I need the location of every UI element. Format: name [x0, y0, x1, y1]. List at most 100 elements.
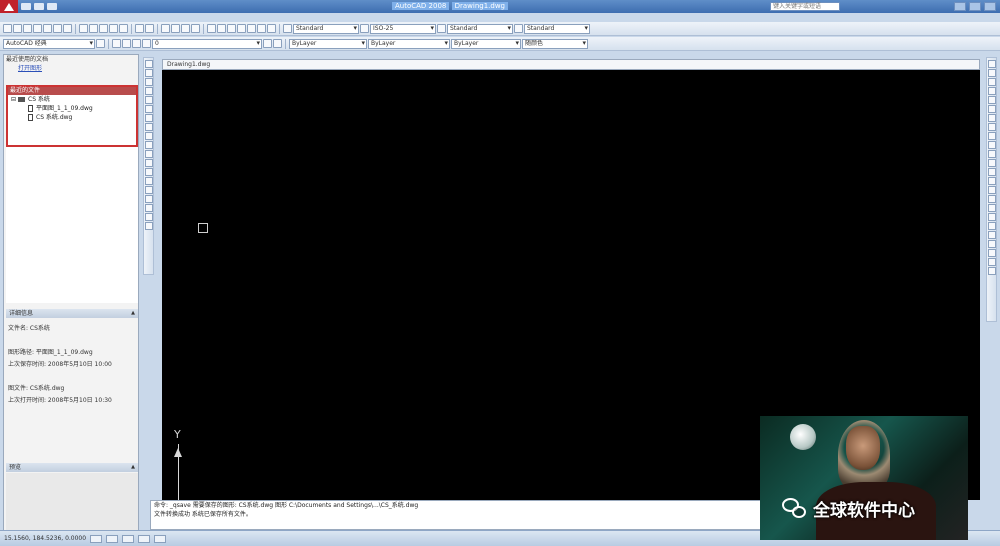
osnap-icon[interactable]	[987, 240, 996, 248]
insert-block-icon[interactable]	[144, 159, 153, 167]
fillet-icon[interactable]	[987, 186, 996, 194]
chamfer-icon[interactable]	[987, 177, 996, 185]
snap-icon[interactable]	[987, 204, 996, 212]
scale-icon[interactable]	[987, 123, 996, 131]
polygon-icon[interactable]	[144, 87, 153, 95]
design-center-icon[interactable]	[217, 24, 226, 33]
break-icon[interactable]	[987, 159, 996, 167]
join-icon[interactable]	[987, 168, 996, 176]
open-drawing-link[interactable]: 打开图形	[4, 64, 138, 74]
open-icon[interactable]	[13, 24, 22, 33]
move-icon[interactable]	[987, 105, 996, 113]
text-style-select[interactable]: Standard	[293, 23, 359, 34]
linetype-select[interactable]: ByLayer	[368, 38, 450, 49]
polyline-icon[interactable]	[144, 78, 153, 86]
application-menu-button[interactable]	[0, 0, 18, 13]
lock-icon[interactable]	[142, 39, 151, 48]
make-block-icon[interactable]	[144, 168, 153, 176]
plot-icon[interactable]	[33, 24, 42, 33]
zoom-window-icon[interactable]	[181, 24, 190, 33]
rectangle-icon[interactable]	[144, 96, 153, 104]
point-icon[interactable]	[144, 177, 153, 185]
ortho-icon[interactable]	[987, 222, 996, 230]
tree-item-file[interactable]: 平面图_1_1_09.dwg	[8, 104, 136, 113]
quick-access-new-icon[interactable]	[21, 3, 31, 10]
redo-icon[interactable]	[145, 24, 154, 33]
block-editor-icon[interactable]	[119, 24, 128, 33]
tree-item-folder[interactable]: ⊟ CS 系统	[8, 95, 136, 104]
arc-icon[interactable]	[144, 105, 153, 113]
region-icon[interactable]	[144, 204, 153, 212]
hatch-icon[interactable]	[144, 186, 153, 194]
polar-icon[interactable]	[987, 231, 996, 239]
revision-cloud-icon[interactable]	[144, 123, 153, 131]
sun-icon[interactable]	[132, 39, 141, 48]
pan-icon[interactable]	[161, 24, 170, 33]
cut-icon[interactable]	[79, 24, 88, 33]
quickcalc-icon[interactable]	[257, 24, 266, 33]
multiline-text-icon[interactable]	[144, 222, 153, 230]
table-style-select[interactable]: Standard	[447, 23, 513, 34]
paste-icon[interactable]	[99, 24, 108, 33]
lineweight-select[interactable]: ByLayer	[451, 38, 521, 49]
expand-icon[interactable]: ⊟	[11, 95, 16, 104]
copy-object-icon[interactable]	[987, 69, 996, 77]
save-icon[interactable]	[23, 24, 32, 33]
gradient-icon[interactable]	[144, 195, 153, 203]
array-icon[interactable]	[987, 96, 996, 104]
rotate-icon[interactable]	[987, 114, 996, 122]
snap-toggle[interactable]	[90, 534, 103, 543]
layer-previous-icon[interactable]	[273, 39, 282, 48]
maximize-button[interactable]	[969, 2, 981, 11]
line-icon[interactable]	[144, 60, 153, 68]
plotstyle-select[interactable]: 随颜色	[522, 38, 588, 49]
zoom-previous-icon[interactable]	[191, 24, 200, 33]
minimize-button[interactable]	[954, 2, 966, 11]
workspace-settings-icon[interactable]	[96, 39, 105, 48]
offset-icon[interactable]	[987, 87, 996, 95]
multileader-style-select[interactable]: Standard	[524, 23, 590, 34]
erase-icon[interactable]	[987, 60, 996, 68]
grid-toggle[interactable]	[106, 534, 119, 543]
stretch-icon[interactable]	[987, 132, 996, 140]
layer-select[interactable]: 0	[152, 38, 262, 49]
workspace-select[interactable]: AutoCAD 经典	[3, 38, 95, 49]
polar-toggle[interactable]	[138, 534, 151, 543]
copy-icon[interactable]	[89, 24, 98, 33]
tool-palettes-icon[interactable]	[227, 24, 236, 33]
drawing-tab[interactable]: Drawing1.dwg	[162, 59, 980, 70]
3d-dwf-icon[interactable]	[63, 24, 72, 33]
ellipse-arc-icon[interactable]	[144, 150, 153, 158]
preview-icon[interactable]	[43, 24, 52, 33]
new-icon[interactable]	[3, 24, 12, 33]
ellipse-icon[interactable]	[144, 141, 153, 149]
tree-item-file[interactable]: CS 系统.dwg	[8, 113, 136, 122]
osnap-toggle[interactable]	[154, 534, 167, 543]
grid-icon[interactable]	[987, 213, 996, 221]
details-panel-header[interactable]: 详细信息	[6, 309, 138, 318]
spline-icon[interactable]	[144, 132, 153, 140]
color-select[interactable]: ByLayer	[289, 38, 367, 49]
dim-style-select[interactable]: ISO-25	[370, 23, 436, 34]
help-icon[interactable]	[267, 24, 276, 33]
explode-icon[interactable]	[987, 195, 996, 203]
zoom-realtime-icon[interactable]	[171, 24, 180, 33]
extend-icon[interactable]	[987, 150, 996, 158]
ortho-toggle[interactable]	[122, 534, 135, 543]
sheet-set-icon[interactable]	[237, 24, 246, 33]
publish-icon[interactable]	[53, 24, 62, 33]
close-button[interactable]	[984, 2, 996, 11]
layer-properties-icon[interactable]	[112, 39, 121, 48]
bulb-icon[interactable]	[122, 39, 131, 48]
preview-panel-header[interactable]: 预览	[6, 463, 138, 472]
undo-icon[interactable]	[135, 24, 144, 33]
markup-icon[interactable]	[247, 24, 256, 33]
command-window[interactable]: 命令: _qsave 需要保存的图形: CS系统.dwg 图形 C:\Docum…	[150, 500, 762, 530]
quick-access-save-icon[interactable]	[47, 3, 57, 10]
ducs-icon[interactable]	[987, 258, 996, 266]
quick-access-open-icon[interactable]	[34, 3, 44, 10]
dyn-icon[interactable]	[987, 267, 996, 275]
properties-icon[interactable]	[207, 24, 216, 33]
help-search-input[interactable]: 键入关键字或短语	[770, 2, 840, 11]
table-icon[interactable]	[144, 213, 153, 221]
